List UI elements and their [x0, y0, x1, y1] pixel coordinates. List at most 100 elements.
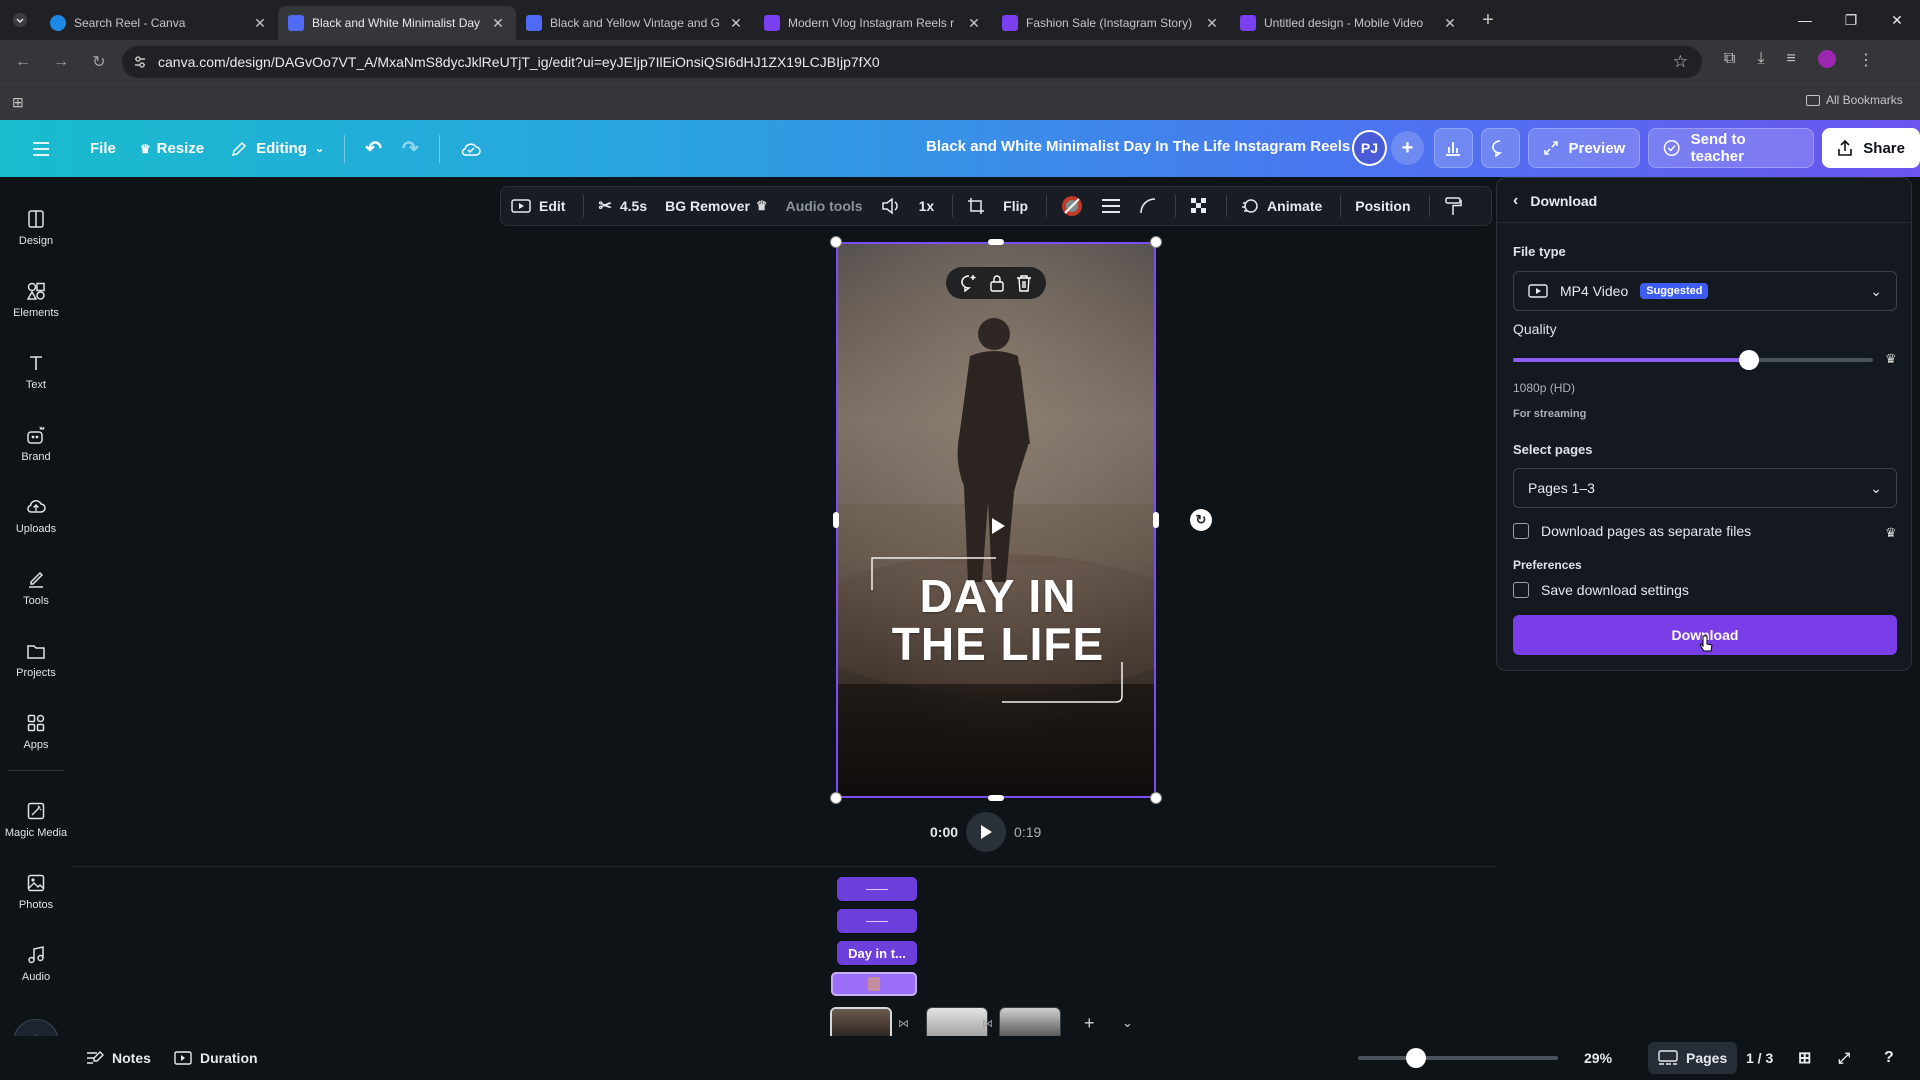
undo-button[interactable]: ↶ — [355, 131, 392, 167]
checkbox[interactable] — [1513, 582, 1529, 598]
tab-close-icon[interactable]: ✕ — [966, 15, 982, 32]
resize-handle-top-left[interactable] — [830, 236, 842, 248]
sidebar-item-brand[interactable]: Brand — [0, 411, 72, 477]
browser-tab-active[interactable]: Black and White Minimalist Day ✕ — [278, 6, 516, 40]
sidebar-item-apps[interactable]: Apps — [0, 699, 72, 765]
timeline-text-track[interactable]: Day in t... — [837, 941, 917, 965]
downloads-icon[interactable]: ⤓ — [1757, 50, 1764, 70]
quality-slider[interactable] — [1513, 350, 1873, 370]
comment-add-icon[interactable] — [960, 274, 978, 292]
position-button[interactable]: Position — [1355, 198, 1410, 214]
trim-button[interactable]: ✂ 4.5s — [598, 196, 647, 216]
sidebar-item-tools[interactable]: Tools — [0, 555, 72, 621]
apps-grid-icon[interactable]: ⊞ — [12, 94, 24, 111]
media-controls-icon[interactable]: ≡ — [1787, 50, 1796, 70]
duration-button[interactable]: Duration — [174, 1050, 258, 1066]
browser-tab[interactable]: Search Reel - Canva ✕ — [40, 6, 278, 40]
reload-icon[interactable]: ↻ — [84, 47, 114, 77]
sidebar-item-uploads[interactable]: Uploads — [0, 483, 72, 549]
corner-rounding-button[interactable] — [1139, 197, 1157, 215]
sidebar-item-audio[interactable]: Audio — [0, 931, 72, 997]
redo-button[interactable]: ↷ — [392, 131, 429, 167]
zoom-slider[interactable] — [1358, 1048, 1558, 1068]
tab-search-button[interactable] — [0, 0, 40, 40]
sidebar-item-elements[interactable]: Elements — [0, 267, 72, 333]
volume-button[interactable] — [881, 197, 901, 215]
audio-tools-button[interactable]: Audio tools — [786, 198, 863, 214]
browser-tab[interactable]: Fashion Sale (Instagram Story) ✕ — [992, 6, 1230, 40]
cloud-save-button[interactable] — [450, 131, 492, 167]
help-icon[interactable]: ? — [1884, 1049, 1894, 1067]
sidebar-item-projects[interactable]: Projects — [0, 627, 72, 693]
color-button[interactable] — [1061, 195, 1083, 217]
sidebar-item-text[interactable]: Text — [0, 339, 72, 405]
close-window-icon[interactable]: ✕ — [1874, 0, 1920, 40]
border-style-button[interactable] — [1101, 198, 1121, 214]
resize-handle-bottom-right[interactable] — [1150, 792, 1162, 804]
restore-icon[interactable]: ❐ — [1828, 0, 1874, 40]
browser-tab[interactable]: Untitled design - Mobile Video ✕ — [1230, 6, 1468, 40]
play-overlay-button[interactable] — [984, 512, 1012, 540]
new-tab-button[interactable]: + — [1474, 6, 1502, 34]
zoom-slider-thumb[interactable] — [1406, 1048, 1426, 1068]
forward-icon[interactable]: → — [46, 47, 76, 77]
comments-button[interactable] — [1480, 128, 1520, 168]
preview-button[interactable]: Preview — [1527, 128, 1641, 168]
add-page-button[interactable]: + — [1084, 1013, 1095, 1034]
site-info-icon[interactable] — [132, 54, 148, 70]
zoom-percentage[interactable]: 29% — [1584, 1050, 1612, 1066]
resize-handle-bottom-left[interactable] — [830, 792, 842, 804]
chevron-down-icon[interactable]: ⌄ — [1122, 1015, 1133, 1031]
headline-line-2[interactable]: THE LIFE — [838, 620, 1154, 668]
separate-files-checkbox[interactable]: Download pages as separate files — [1513, 523, 1751, 539]
all-bookmarks-button[interactable]: All Bookmarks — [1806, 93, 1903, 107]
sidebar-item-photos[interactable]: Photos — [0, 859, 72, 925]
grid-view-icon[interactable]: ⊞ — [1798, 1048, 1811, 1068]
design-frame[interactable]: DAY IN THE LIFE — [836, 242, 1156, 798]
pages-button[interactable]: Pages — [1648, 1042, 1738, 1074]
resize-handle-right[interactable] — [1153, 512, 1159, 528]
browser-menu-icon[interactable]: ⋮ — [1858, 50, 1874, 70]
tab-close-icon[interactable]: ✕ — [1204, 15, 1220, 32]
insights-button[interactable] — [1433, 128, 1473, 168]
timeline-line-element-track[interactable] — [837, 877, 917, 901]
back-chevron-icon[interactable]: ‹ — [1513, 192, 1518, 210]
rotate-handle[interactable]: ↻ — [1190, 509, 1212, 531]
timeline-video-track[interactable] — [831, 972, 917, 996]
headline-line-1[interactable]: DAY IN — [838, 572, 1154, 620]
extensions-icon[interactable]: ⧉ — [1724, 50, 1735, 70]
transparency-button[interactable] — [1190, 197, 1208, 215]
crop-button[interactable] — [967, 197, 985, 215]
back-icon[interactable]: ← — [8, 47, 38, 77]
bookmark-star-icon[interactable]: ☆ — [1673, 52, 1688, 72]
download-panel-header[interactable]: ‹ Download — [1513, 192, 1597, 210]
quality-slider-thumb[interactable] — [1738, 350, 1759, 370]
edit-video-button[interactable]: Edit — [511, 198, 565, 214]
resize-handle-left[interactable] — [833, 512, 839, 528]
browser-tab[interactable]: Black and Yellow Vintage and G ✕ — [516, 6, 754, 40]
play-button[interactable] — [966, 812, 1007, 852]
url-field[interactable]: canva.com/design/DAGvOo7VT_A/MxaNmS8dycJ… — [122, 46, 1702, 78]
notes-button[interactable]: Notes — [86, 1050, 151, 1066]
bg-remover-button[interactable]: BG Remover ♛ — [665, 198, 767, 214]
browser-tab[interactable]: Modern Vlog Instagram Reels r ✕ — [754, 6, 992, 40]
add-collaborator-button[interactable]: + — [1390, 131, 1424, 165]
copy-style-button[interactable] — [1444, 196, 1462, 216]
collaborator-avatar[interactable]: PJ — [1352, 130, 1387, 166]
pages-select[interactable]: Pages 1–3 ⌄ — [1513, 468, 1897, 508]
send-to-teacher-button[interactable]: Send to teacher — [1648, 128, 1815, 168]
trash-icon[interactable] — [1016, 274, 1032, 292]
tab-close-icon[interactable]: ✕ — [252, 15, 268, 32]
resize-button[interactable]: ♛ Resize — [130, 131, 214, 167]
file-menu-button[interactable]: File — [80, 131, 126, 167]
sidebar-item-design[interactable]: Design — [0, 195, 72, 261]
playback-speed-button[interactable]: 1x — [919, 198, 935, 214]
main-menu-button[interactable] — [22, 131, 60, 167]
share-button[interactable]: Share — [1822, 128, 1920, 168]
tab-close-icon[interactable]: ✕ — [490, 15, 506, 32]
transition-icon[interactable]: ⋈ — [898, 1017, 909, 1030]
file-type-select[interactable]: MP4 Video Suggested ⌄ — [1513, 271, 1897, 311]
timeline-line-element-track[interactable] — [837, 909, 917, 933]
resize-handle-top-right[interactable] — [1150, 236, 1162, 248]
resize-handle-bottom[interactable] — [988, 795, 1004, 801]
